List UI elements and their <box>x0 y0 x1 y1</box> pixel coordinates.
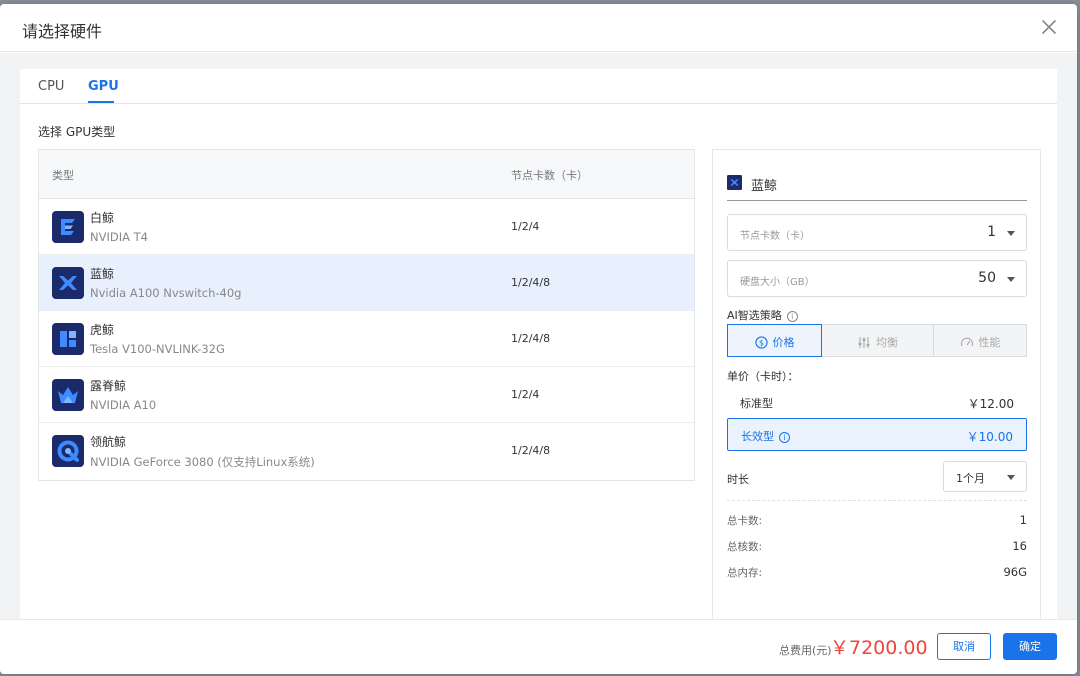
caret-down-icon <box>1007 277 1015 282</box>
price-value: ￥10.00 <box>966 430 1013 444</box>
tab-cpu[interactable]: CPU <box>38 79 64 94</box>
summary-value: 1 <box>1019 513 1027 527</box>
table-row[interactable]: 虎鲸 Tesla V100-NVLINK-32G 1/2/4/8 <box>39 311 694 367</box>
price-option-long-term[interactable]: 长效型 i ￥10.00 <box>727 418 1027 451</box>
blue-whale-icon <box>727 175 742 190</box>
gpu-cards: 1/2/4/8 <box>511 444 551 457</box>
duration-value: 1个月 <box>956 472 985 485</box>
hardware-card: CPU GPU 选择 GPU类型 类型 节点卡数（卡） 白鲸 NVIDIA T4… <box>20 69 1057 629</box>
summary-key: 总内存: <box>727 567 763 579</box>
summary-value: 96G <box>1003 565 1027 579</box>
ai-strategy-label: AI智选策略 i <box>727 307 798 323</box>
column-header-cards: 节点卡数（卡） <box>511 169 588 182</box>
sliders-icon <box>858 336 870 348</box>
config-panel: 蓝鲸 节点卡数（卡） 1 硬盘大小（GB） 50 AI智选策略 i $ 价格 均… <box>712 149 1041 621</box>
total-cost-label: 总费用(元) <box>779 644 832 657</box>
dialog-header: 请选择硬件 <box>0 4 1077 52</box>
disk-size-label: 硬盘大小（GB） <box>740 277 815 288</box>
gpu-name: 领航鲸 <box>90 435 127 449</box>
caret-down-icon <box>1007 231 1015 236</box>
section-title: 选择 GPU类型 <box>38 125 116 139</box>
strategy-option-price[interactable]: $ 价格 <box>727 324 822 357</box>
duration-select[interactable]: 1个月 <box>943 461 1027 492</box>
gpu-name: 虎鲸 <box>90 323 115 337</box>
price-value: ￥12.00 <box>967 397 1014 411</box>
right-whale-icon <box>52 379 84 411</box>
ai-strategy-segmented: $ 价格 均衡 性能 <box>727 324 1027 357</box>
node-cards-label: 节点卡数（卡） <box>740 231 810 242</box>
price-name: 长效型 <box>741 430 774 443</box>
price-name-wrap: 长效型 i <box>741 428 790 444</box>
info-icon[interactable]: i <box>779 431 790 443</box>
gpu-cards: 1/2/4 <box>511 220 540 233</box>
summary-value: 16 <box>1012 539 1027 553</box>
hardware-select-dialog: 请选择硬件 CPU GPU 选择 GPU类型 类型 节点卡数（卡） 白鲸 NVI… <box>0 4 1077 674</box>
strategy-option-performance[interactable]: 性能 <box>933 324 1027 357</box>
duration-label: 时长 <box>727 473 749 486</box>
speedometer-icon <box>960 337 973 347</box>
strategy-label: 价格 <box>772 336 795 349</box>
orca-icon <box>52 323 84 355</box>
unit-price-label: 单价（卡时）： <box>727 370 799 383</box>
gpu-model: NVIDIA T4 <box>90 230 148 244</box>
info-icon[interactable]: i <box>786 310 798 322</box>
blue-whale-icon <box>52 267 84 299</box>
gpu-cards: 1/2/4 <box>511 388 540 401</box>
column-header-type: 类型 <box>52 169 74 182</box>
gpu-model: Nvidia A100 Nvswitch-40g <box>90 286 242 300</box>
node-cards-select[interactable]: 节点卡数（卡） 1 <box>727 214 1027 251</box>
gpu-model: Tesla V100-NVLINK-32G <box>90 342 225 356</box>
active-tab-indicator <box>88 101 114 103</box>
gpu-name: 蓝鲸 <box>90 267 115 281</box>
selected-gpu-header: 蓝鲸 <box>727 168 1027 201</box>
svg-text:$: $ <box>758 338 763 347</box>
gpu-cards: 1/2/4/8 <box>511 276 551 289</box>
summary-divider <box>727 500 1027 501</box>
pilot-whale-icon <box>52 435 84 467</box>
strategy-option-balance[interactable]: 均衡 <box>821 324 934 357</box>
table-row[interactable]: 白鲸 NVIDIA T4 1/2/4 <box>39 199 694 255</box>
gpu-cards: 1/2/4/8 <box>511 332 551 345</box>
disk-size-select[interactable]: 硬盘大小（GB） 50 <box>727 260 1027 297</box>
hardware-tabs: CPU GPU <box>20 69 1057 104</box>
close-button[interactable] <box>1039 17 1059 37</box>
dialog-title: 请选择硬件 <box>22 22 103 41</box>
gpu-model: NVIDIA GeForce 3080 (仅支持Linux系统) <box>90 455 315 469</box>
table-row[interactable]: 领航鲸 NVIDIA GeForce 3080 (仅支持Linux系统) 1/2… <box>39 423 694 479</box>
total-cost-value: ￥7200.00 <box>830 637 928 659</box>
gpu-name: 白鲸 <box>90 211 115 225</box>
strategy-label: 均衡 <box>876 336 898 349</box>
table-header: 类型 节点卡数（卡） <box>39 150 694 199</box>
close-icon <box>1042 20 1056 34</box>
ai-strategy-text: AI智选策略 <box>727 309 782 322</box>
table-row[interactable]: 露脊鲸 NVIDIA A10 1/2/4 <box>39 367 694 423</box>
gpu-model: NVIDIA A10 <box>90 398 157 412</box>
dialog-footer: 总费用(元) ￥7200.00 取消 确定 <box>0 619 1077 674</box>
tab-gpu[interactable]: GPU <box>88 79 119 94</box>
caret-down-icon <box>1007 475 1015 480</box>
summary-key: 总核数: <box>727 541 763 553</box>
price-option-standard[interactable]: 标准型 ￥12.00 <box>727 386 1027 419</box>
cancel-button[interactable]: 取消 <box>937 633 991 660</box>
gpu-name: 露脊鲸 <box>90 379 127 393</box>
dollar-circle-icon: $ <box>754 335 768 349</box>
price-name: 标准型 <box>740 397 773 410</box>
beluga-white-icon <box>52 211 84 243</box>
summary-key: 总卡数: <box>727 515 763 527</box>
strategy-label: 性能 <box>978 336 1001 349</box>
disk-size-value: 50 <box>978 270 996 286</box>
gpu-type-table: 类型 节点卡数（卡） 白鲸 NVIDIA T4 1/2/4 蓝鲸 Nvidia … <box>38 149 695 481</box>
selected-gpu-name: 蓝鲸 <box>751 179 778 194</box>
table-row[interactable]: 蓝鲸 Nvidia A100 Nvswitch-40g 1/2/4/8 <box>39 255 694 311</box>
confirm-button[interactable]: 确定 <box>1003 633 1057 660</box>
dialog-body: CPU GPU 选择 GPU类型 类型 节点卡数（卡） 白鲸 NVIDIA T4… <box>0 53 1077 629</box>
node-cards-value: 1 <box>987 224 996 240</box>
